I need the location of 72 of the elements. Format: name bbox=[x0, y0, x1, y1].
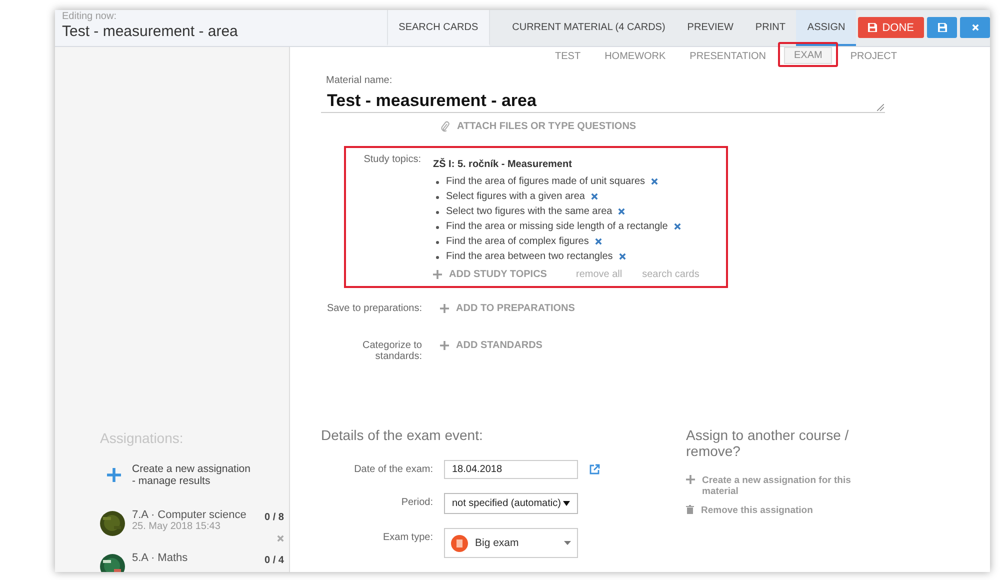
bullet-icon bbox=[436, 226, 439, 229]
bullet-icon bbox=[436, 181, 439, 184]
caret-icon bbox=[563, 501, 570, 506]
save-button[interactable] bbox=[927, 17, 957, 38]
document-icon bbox=[451, 534, 468, 552]
add-standards-link[interactable]: ADD STANDARDS bbox=[456, 340, 542, 351]
period-select[interactable]: not specified (automatic) bbox=[444, 493, 578, 514]
editing-caption: Editing now: bbox=[62, 11, 118, 22]
assignation-name[interactable]: 7.A · Computer science bbox=[132, 509, 247, 521]
close-icon[interactable] bbox=[674, 223, 681, 230]
external-link-icon[interactable] bbox=[589, 464, 600, 475]
field-label: Study topics: bbox=[362, 154, 421, 167]
plus-icon bbox=[686, 475, 695, 484]
field-label: Exam type: bbox=[382, 531, 433, 543]
material-name-field[interactable]: Test - measurement - area bbox=[321, 91, 885, 113]
trash-icon bbox=[686, 505, 694, 514]
bullet-icon bbox=[436, 211, 439, 214]
nav-tab[interactable]: ASSIGN bbox=[796, 10, 856, 46]
section-heading: Assign to another course / remove? bbox=[686, 427, 850, 459]
topic-group-title: ZŠ I: 5. ročník - Measurement bbox=[433, 159, 572, 170]
done-button[interactable]: DONE bbox=[858, 17, 924, 38]
plus-icon bbox=[440, 341, 449, 350]
close-icon[interactable] bbox=[618, 253, 626, 260]
material-type-tab[interactable]: PRESENTATION bbox=[680, 48, 776, 65]
assignation-score: 0 / 8 bbox=[264, 512, 284, 523]
add-study-topics-link[interactable]: ADD STUDY TOPICS bbox=[449, 269, 547, 280]
remove-all-link[interactable]: remove all bbox=[576, 269, 622, 280]
search-cards-link[interactable]: search cards bbox=[642, 269, 700, 280]
plus-icon bbox=[440, 304, 449, 313]
date-field[interactable]: 18.04.2018 bbox=[444, 460, 578, 479]
material-type-tab[interactable]: PROJECT bbox=[840, 48, 907, 65]
bullet-icon bbox=[436, 241, 439, 244]
study-topic: Find the area between two rectangles bbox=[446, 251, 613, 262]
assignation-date: 25. May 2018 15:43 bbox=[132, 521, 222, 533]
material-type-tab[interactable]: TEST bbox=[545, 48, 591, 65]
exam-type-select[interactable]: Big exam bbox=[444, 528, 578, 558]
window-title: Test - measurement - area bbox=[62, 23, 239, 40]
assignation-name[interactable]: 5.A · Maths bbox=[132, 552, 247, 564]
study-topic: Find the area or missing side length of a rectangle bbox=[446, 221, 668, 232]
paperclip-icon bbox=[440, 121, 450, 132]
close-icon[interactable] bbox=[590, 193, 598, 200]
field-label: Period: bbox=[400, 496, 433, 508]
material-type-tab[interactable]: HOMEWORK bbox=[594, 48, 676, 65]
save-icon bbox=[868, 23, 878, 32]
caret-icon bbox=[564, 541, 571, 545]
bullet-icon bbox=[436, 196, 439, 199]
bullet-icon bbox=[436, 256, 439, 259]
material-type-tab[interactable]: EXAM bbox=[784, 47, 832, 64]
attach-files-link[interactable]: ATTACH FILES OR TYPE QUESTIONS bbox=[457, 121, 636, 132]
save-icon bbox=[938, 23, 946, 32]
reassign-link[interactable]: Create a new assignation for this material bbox=[702, 475, 862, 497]
plus-icon bbox=[433, 270, 442, 279]
section-heading: Details of the exam event: bbox=[321, 427, 484, 443]
assignation-score: 0 / 4 bbox=[264, 555, 284, 566]
close-icon[interactable] bbox=[651, 178, 658, 185]
field-label: Categorize to standards: bbox=[362, 340, 422, 362]
reassign-link[interactable]: Remove this assignation bbox=[701, 505, 861, 516]
plus-icon bbox=[107, 468, 121, 482]
field-label: Save to preparations: bbox=[326, 303, 422, 314]
close-icon[interactable] bbox=[618, 208, 626, 215]
create-assignation-link[interactable]: Create a new assignation - manage results bbox=[132, 463, 254, 487]
material-name-label: Material name: bbox=[326, 75, 394, 86]
field-label: Date of the exam: bbox=[353, 463, 433, 475]
study-topic: Find the area of complex figures bbox=[446, 236, 589, 247]
study-topic: Select figures with a given area bbox=[446, 191, 585, 202]
close-icon[interactable] bbox=[594, 238, 602, 245]
close-button[interactable] bbox=[960, 17, 990, 38]
add-preparations-link[interactable]: ADD TO PREPARATIONS bbox=[456, 303, 575, 314]
study-topic: Find the area of figures made of unit squares bbox=[446, 176, 646, 187]
study-topic: Select two figures with the same area bbox=[446, 206, 612, 217]
nav-tab[interactable]: SEARCH CARDS bbox=[386, 10, 490, 46]
resize-handle-icon bbox=[877, 104, 884, 111]
